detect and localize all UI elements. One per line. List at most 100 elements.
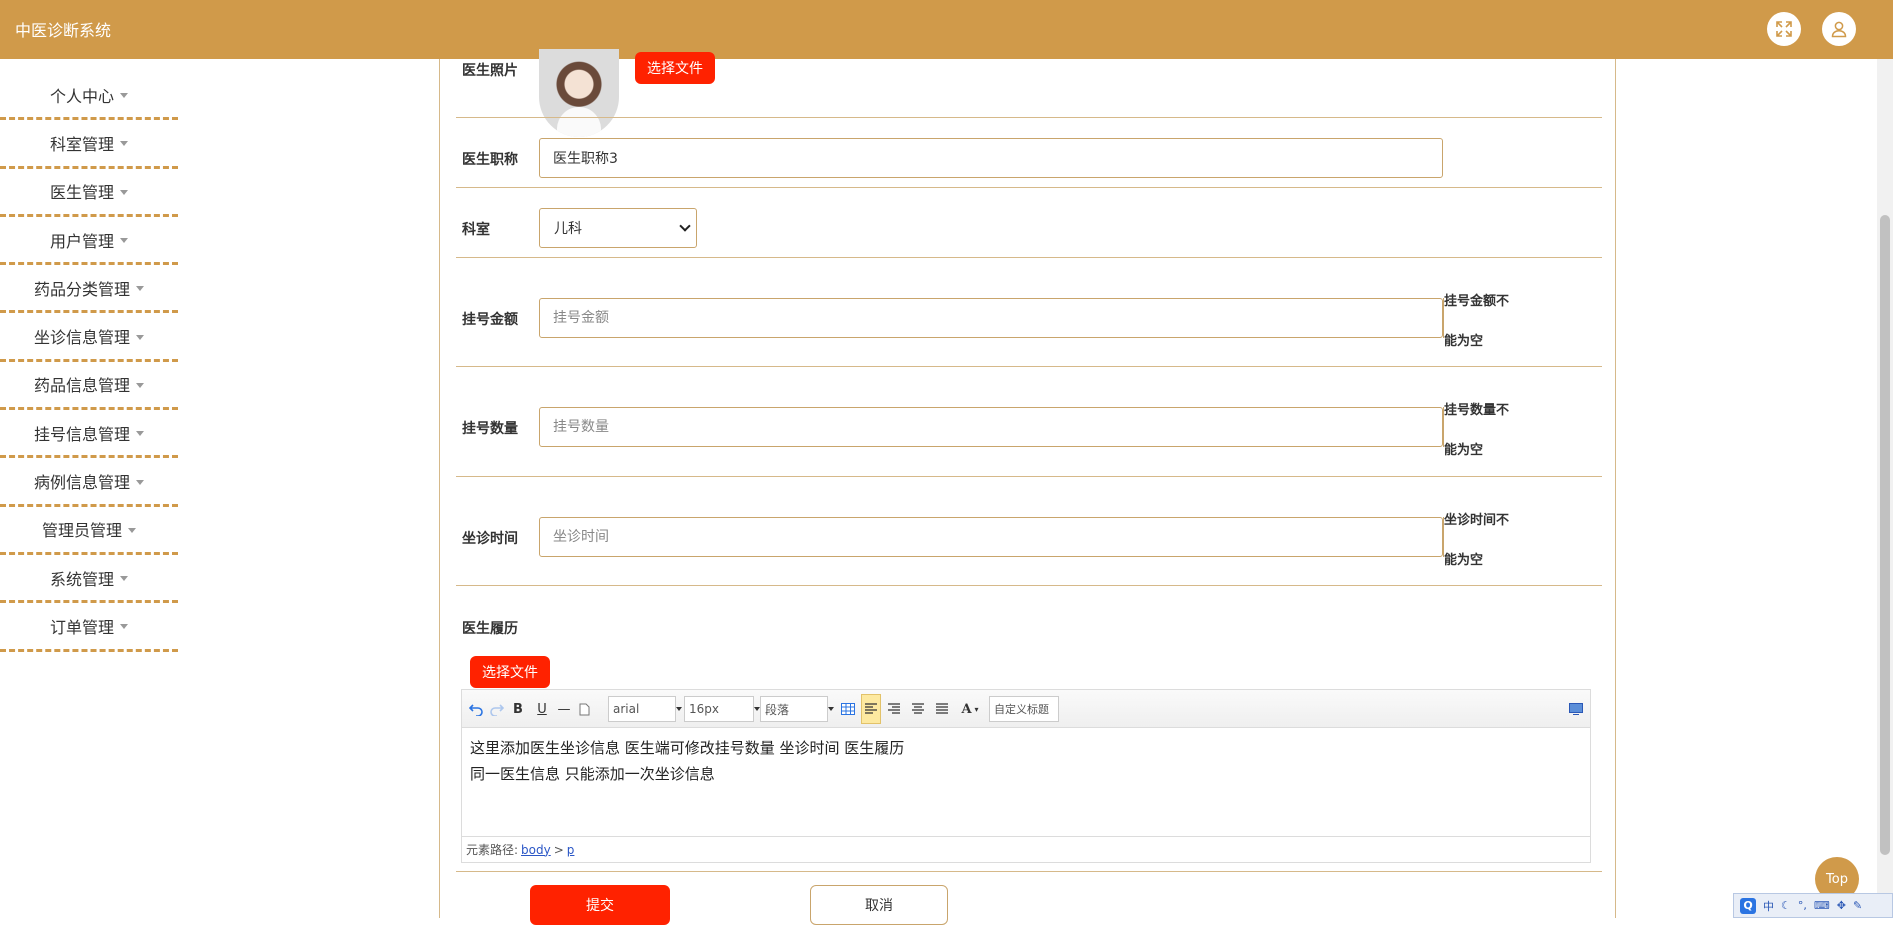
font-color-icon[interactable]: A ▾: [958, 698, 982, 720]
sidebar-item-order[interactable]: 订单管理: [0, 603, 178, 652]
moon-icon[interactable]: ☾: [1781, 899, 1791, 912]
format-clear-icon[interactable]: [577, 698, 591, 720]
sidebar-item-registration[interactable]: 挂号信息管理: [0, 410, 178, 459]
bold-icon[interactable]: B: [510, 698, 526, 720]
font-family-select[interactable]: arial: [608, 696, 682, 722]
title-label: 医生职称: [462, 152, 518, 168]
editor-statusbar: 元素路径: body > p: [462, 836, 1590, 862]
row-divider: [456, 257, 1602, 258]
underline-icon[interactable]: U: [534, 698, 550, 720]
top-header: 中医诊断系统: [0, 0, 1893, 59]
sidebar-item-label: 科室管理: [49, 134, 114, 154]
sidebar-item-label: 个人中心: [49, 86, 114, 106]
path-separator: >: [553, 842, 564, 857]
expand-icon: [1776, 21, 1792, 37]
keyboard-icon[interactable]: ⌨: [1814, 899, 1830, 912]
caret-down-icon: [136, 382, 144, 388]
align-center-icon[interactable]: [910, 698, 926, 720]
user-button[interactable]: [1822, 12, 1856, 46]
count-error-line1: 挂号数量不: [1444, 403, 1510, 418]
align-left-icon[interactable]: [861, 694, 881, 724]
time-input[interactable]: [539, 517, 1443, 557]
caret-down-icon: [128, 527, 136, 533]
wrench-icon[interactable]: ✎: [1853, 899, 1862, 912]
title-input[interactable]: [539, 138, 1443, 178]
align-right-icon[interactable]: [886, 698, 902, 720]
sidebar-item-doctor[interactable]: 医生管理: [0, 169, 178, 217]
paragraph-select[interactable]: 段落: [760, 696, 834, 722]
row-divider: [456, 187, 1602, 188]
photo-choose-file-button[interactable]: 选择文件: [635, 52, 715, 84]
sidebar-item-clinic-info[interactable]: 坐诊信息管理: [0, 313, 178, 362]
department-label: 科室: [462, 222, 490, 238]
fee-input[interactable]: [539, 298, 1443, 338]
custom-title-select[interactable]: 自定义标题: [989, 696, 1059, 722]
sidebar: 个人中心 科室管理 医生管理 用户管理 药品分类管理 坐诊信息管理 药品信息管理…: [0, 72, 178, 652]
caret-down-icon: [120, 238, 128, 244]
sidebar-item-label: 病例信息管理: [33, 473, 130, 493]
sidebar-item-user[interactable]: 用户管理: [0, 217, 178, 266]
sidebar-item-label: 订单管理: [49, 617, 114, 637]
caret-down-icon: [136, 479, 144, 485]
submit-button[interactable]: 提交: [530, 885, 670, 925]
sidebar-item-label: 药品分类管理: [33, 279, 130, 299]
page-scrollbar-thumb[interactable]: [1880, 215, 1890, 855]
count-error: 挂号数量不 能为空: [1443, 403, 1533, 458]
fullscreen-button[interactable]: [1767, 12, 1801, 46]
caret-down-icon: [136, 431, 144, 437]
fee-label: 挂号金额: [462, 312, 518, 328]
fee-error-line1: 挂号金额不: [1444, 294, 1510, 309]
form-panel: 医生照片 选择文件 医生职称 科室 儿科 挂号金额 挂号金额不 能为空 挂号数量…: [439, 49, 1616, 925]
align-justify-icon[interactable]: [934, 698, 950, 720]
row-divider: [456, 871, 1602, 872]
time-label: 坐诊时间: [462, 531, 518, 547]
photo-label: 医生照片: [462, 63, 518, 79]
row-divider: [456, 585, 1602, 586]
sidebar-item-personal-center[interactable]: 个人中心: [0, 72, 178, 121]
punctuation-icon[interactable]: °,: [1798, 899, 1807, 912]
time-error-line2: 能为空: [1444, 553, 1484, 568]
caret-down-icon: [136, 286, 144, 292]
editor-content[interactable]: 这里添加医生坐诊信息 医生端可修改挂号数量 坐诊时间 医生履历 同一医生信息 只…: [470, 735, 904, 787]
sidebar-item-system[interactable]: 系统管理: [0, 555, 178, 604]
fullscreen-editor-icon[interactable]: [1568, 698, 1584, 720]
table-icon[interactable]: [840, 698, 856, 720]
sidebar-item-drug-info[interactable]: 药品信息管理: [0, 362, 178, 411]
undo-icon[interactable]: [468, 698, 484, 720]
chevron-down-icon: [679, 220, 691, 232]
sidebar-item-department[interactable]: 科室管理: [0, 120, 178, 169]
count-label: 挂号数量: [462, 421, 518, 437]
sidebar-item-admin[interactable]: 管理员管理: [0, 507, 178, 555]
row-divider: [456, 366, 1602, 367]
sidebar-item-label: 管理员管理: [41, 521, 122, 541]
department-select[interactable]: 儿科: [539, 208, 697, 248]
sidebar-item-label: 系统管理: [49, 569, 114, 589]
horizontal-rule-icon[interactable]: —: [556, 698, 572, 720]
time-error: 坐诊时间不 能为空: [1443, 513, 1533, 568]
resume-choose-file-button[interactable]: 选择文件: [470, 656, 550, 688]
editor-content-line: 同一医生信息 只能添加一次坐诊信息: [470, 765, 715, 783]
ime-logo-icon[interactable]: Q: [1740, 897, 1756, 914]
redo-icon[interactable]: [489, 698, 505, 720]
sidebar-item-label: 医生管理: [49, 183, 114, 203]
tools-icon[interactable]: ✥: [1837, 899, 1846, 912]
time-error-line1: 坐诊时间不: [1444, 513, 1510, 528]
doctor-photo: [539, 49, 619, 137]
sidebar-item-label: 挂号信息管理: [33, 424, 130, 444]
sidebar-item-label: 坐诊信息管理: [33, 328, 130, 348]
caret-down-icon: [120, 93, 128, 99]
path-body-link[interactable]: body: [521, 843, 551, 857]
row-divider: [456, 476, 1602, 477]
cancel-button[interactable]: 取消: [810, 885, 948, 925]
user-icon: [1831, 21, 1847, 38]
caret-down-icon: [120, 189, 128, 195]
font-size-select[interactable]: 16px: [684, 696, 760, 722]
fee-error-line2: 能为空: [1444, 334, 1484, 349]
fee-error: 挂号金额不 能为空: [1443, 294, 1533, 349]
path-p-link[interactable]: p: [567, 843, 575, 857]
sidebar-item-drug-category[interactable]: 药品分类管理: [0, 265, 178, 314]
sidebar-item-case[interactable]: 病例信息管理: [0, 458, 178, 507]
ime-toolbar: Q 中 ☾ °, ⌨ ✥ ✎: [1733, 893, 1893, 918]
count-input[interactable]: [539, 407, 1443, 447]
ime-mode[interactable]: 中: [1763, 898, 1774, 914]
